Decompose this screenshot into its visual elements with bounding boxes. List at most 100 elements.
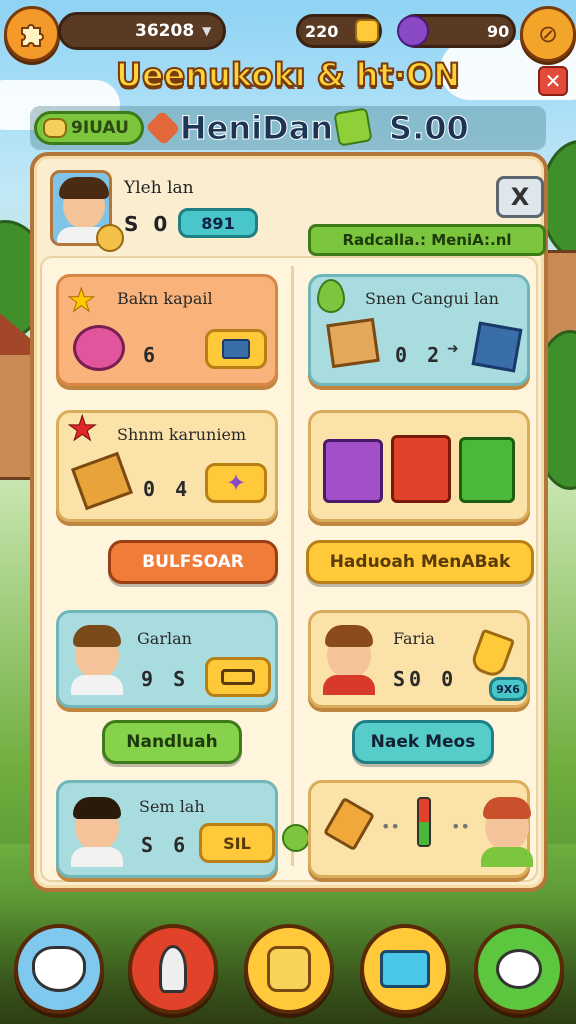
character-avatar (69, 623, 125, 695)
coin-icon: ⊘ (537, 20, 559, 48)
potion-icon (397, 15, 429, 47)
card-action-button[interactable] (205, 657, 271, 697)
bulfsoar-button[interactable]: BULFSOAR (108, 540, 278, 584)
gold-coin-button[interactable]: ⊘ (520, 6, 576, 62)
card-value: 9 S (141, 667, 190, 691)
category-label: 9IUAU (71, 118, 129, 138)
card-action-button[interactable] (205, 329, 267, 369)
bell-icon (468, 628, 516, 680)
bag-icon (73, 325, 125, 371)
potion-value: 90 (487, 21, 510, 41)
dots-icon: •• (451, 817, 470, 836)
player-teal-value[interactable]: 891 (178, 208, 258, 238)
page-title: Ueenukokı & ht∙ON (115, 55, 461, 95)
coins-value: 36208 (135, 21, 195, 41)
dog-icon (32, 946, 86, 992)
sub-bar: 9IUAU HeniDan S.00 (30, 106, 546, 150)
shirt (71, 847, 123, 867)
character-avatar (321, 623, 377, 695)
card-badge: 9X6 (489, 677, 527, 701)
close-icon: ✕ (544, 69, 562, 93)
hair (325, 625, 373, 647)
bread-icon (43, 118, 67, 138)
gem-icon (355, 19, 379, 43)
profile-header: Yleh lan S 0 891 X Radcalla.: MeniA:.nl (44, 166, 546, 256)
card-value: S0 0 (393, 667, 458, 691)
machine-icon (471, 321, 523, 373)
subbar-value: S.00 (389, 109, 470, 148)
card-title: Bakn kapail (117, 289, 213, 308)
haduoah-button[interactable]: Haduoah MenABak (306, 540, 534, 584)
coin-icon (96, 224, 124, 252)
bag-icon (267, 946, 311, 992)
dots-icon: •• (381, 817, 400, 836)
main-panel: Yleh lan S 0 891 X Radcalla.: MeniA:.nl … (30, 152, 548, 892)
card-action-button[interactable]: ✦ (205, 463, 267, 503)
tv-icon (380, 950, 430, 988)
card-value: 6 (143, 343, 160, 367)
category-pill[interactable]: 9IUAU (34, 111, 144, 145)
potion-bar: 90 (397, 14, 516, 48)
tube-icon (417, 797, 431, 847)
card-garlan[interactable]: Garlan 9 S (56, 610, 278, 708)
chevron-down-icon[interactable]: ▼ (202, 24, 211, 38)
character-avatar (479, 795, 535, 867)
nav-pet-button[interactable] (14, 924, 104, 1014)
card-shnm[interactable]: ★ Shnm karuniem 0 4 ✦ (56, 409, 278, 522)
card-value: S 6 (141, 833, 190, 857)
hair (73, 625, 121, 647)
card-items-row[interactable]: •• •• (308, 780, 533, 878)
puzzle-icon (21, 24, 44, 47)
character-avatar (69, 795, 125, 867)
crate-icon (326, 317, 380, 369)
banner: Radcalla.: MeniA:.nl (308, 224, 546, 256)
nav-chat-button[interactable] (474, 924, 564, 1014)
gems-bar: 220 (296, 14, 382, 48)
player-name: Yleh lan (124, 178, 194, 198)
nav-tv-button[interactable] (360, 924, 450, 1014)
crystal-icon: ✦ (225, 469, 247, 497)
gift-box-purple-icon (323, 439, 383, 503)
basket-icon (221, 669, 255, 685)
avatar-hair (59, 177, 109, 199)
gift-box-red-icon (391, 435, 451, 503)
close-button[interactable]: ✕ (538, 66, 568, 96)
puzzle-button[interactable] (4, 6, 60, 62)
arrow-icon: ➜ (447, 341, 459, 357)
card-action-button[interactable]: SIL (199, 823, 275, 863)
card-title: Faria (393, 629, 435, 648)
card-value: 0 4 (143, 477, 192, 501)
green-orb-icon (282, 824, 310, 852)
subbar-heading: HeniDan (179, 109, 334, 148)
naek-meos-button[interactable]: Naek Meos (352, 720, 494, 764)
wood-icon (70, 451, 134, 511)
card-faria[interactable]: Faria S0 0 9X6 (308, 610, 530, 708)
card-gift-boxes[interactable] (308, 410, 530, 522)
nav-shop-button[interactable] (244, 924, 334, 1014)
chat-icon (496, 949, 542, 989)
potion-icon (317, 279, 345, 313)
divider (291, 266, 294, 866)
hair (483, 797, 531, 819)
star-icon: ★ (67, 281, 97, 320)
shirt (71, 675, 123, 695)
card-sem[interactable]: Sem lah S 6 SIL (56, 780, 278, 878)
cards-area: ★ Bakn kapail 6 Snen Cangui lan 0 2 ➜ ★ … (40, 256, 538, 882)
coins-bar: 36208 ▼ (58, 12, 226, 50)
star-icon: ★ (66, 409, 98, 450)
trophy-icon (322, 796, 376, 852)
nandluah-button[interactable]: Nandluah (102, 720, 242, 764)
card-value: 0 2 (395, 343, 444, 367)
card-title: Sem lah (139, 797, 205, 816)
shirt (481, 847, 533, 867)
nav-rocket-button[interactable] (128, 924, 218, 1014)
hair (73, 797, 121, 819)
gems-value: 220 (305, 21, 339, 41)
card-snen[interactable]: Snen Cangui lan 0 2 ➜ (308, 274, 530, 386)
card-bakn[interactable]: ★ Bakn kapail 6 (56, 274, 278, 386)
gift-icon (333, 107, 373, 147)
panel-close-button[interactable]: X (496, 176, 544, 218)
card-title: Garlan (137, 629, 192, 648)
shirt (323, 675, 375, 695)
bottom-nav (0, 900, 576, 1024)
